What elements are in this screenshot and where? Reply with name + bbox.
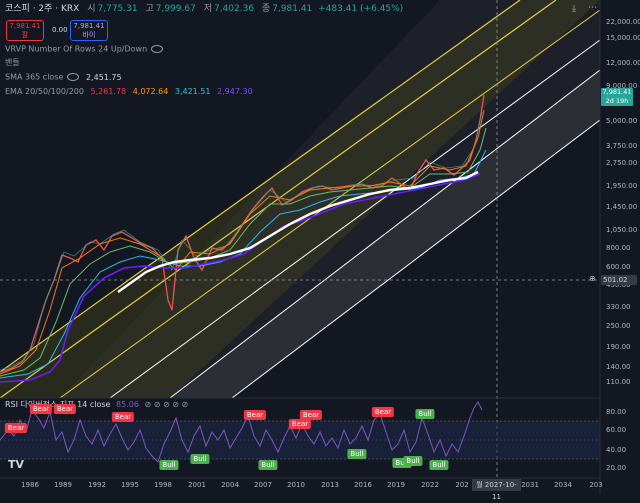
vrvp-label: VRVP Number Of Rows 24 Up/Down [5,44,148,54]
time-tick: 1995 [121,481,139,489]
time-tick: 2019 [387,481,405,489]
bull-label: Bull [347,449,367,459]
spread-value: 0.00 [52,26,68,34]
time-tick: 1998 [154,481,172,489]
sell-label: 팔 [21,31,29,39]
price-tick: 15,000.00 [606,34,640,42]
legend-header: 코스피 · 2주 · KRX 시 7,775.31 고 7,999.67 저 7,40… [5,5,403,14]
buy-price: 7,981.41 [73,22,105,30]
sma-value: 2,451.75 [85,72,122,82]
time-tick: 203 [589,481,603,489]
sma-label: SMA 365 close [5,72,64,82]
rsi-tick: 80.00 [606,408,627,416]
time-tick: 2034 [554,481,572,489]
bull-label: Bull [190,454,210,464]
time-tick: 202 [455,481,469,489]
more-icon[interactable]: ⋯ [588,3,597,13]
price-tick: 800.00 [606,244,631,252]
high-label: 고 [145,4,154,14]
bear-label: Bear [288,419,312,429]
bear-label: Bear [53,404,77,414]
bar-countdown: 2d 19h [605,97,629,105]
price-tick: 250.00 [606,322,631,330]
time-tick: 1989 [54,481,72,489]
price-tick: 1,050.00 [606,226,638,234]
rsi-tick: 60.00 [606,426,627,434]
price-tick: 1,950.00 [606,182,638,190]
sell-price: 7,981.41 [9,22,41,30]
price-tick: 1,450.00 [606,203,638,211]
rsi-tick: 20.00 [606,464,627,472]
bear-label: Bear [29,404,53,414]
price-tick: 5,000.00 [606,117,638,125]
price-tick: 600.00 [606,263,631,271]
price-tick: 2,750.00 [606,159,638,167]
price-tick: 12,000.00 [606,59,640,67]
ema-label: EMA 20/50/100/200 [5,87,84,96]
time-tick: 2004 [221,481,239,489]
symbol-title[interactable]: 코스피 · 2주 · KRX [5,4,79,14]
open-label: 시 [87,4,96,14]
open-value: 7,775.31 [97,4,138,14]
price-tick: 190.00 [606,343,631,351]
rsi-value: 85.06 [116,400,139,409]
time-tick: 2013 [321,481,339,489]
time-tick: 2010 [287,481,305,489]
arrow-down-icon[interactable]: ⤓ [572,4,576,14]
bull-label: Bull [415,409,435,419]
bands-label: 밴들 [5,58,20,67]
rsi-tick: 40.00 [606,446,627,454]
ema-20-value: 5,261.78 [90,87,127,96]
plus-icon[interactable]: ⊕ [589,274,596,283]
bands-legend[interactable]: 밴들 [5,59,20,67]
ema-legend[interactable]: EMA 20/50/100/200 5,261.78 4,072.64 3,42… [5,88,253,96]
crosshair-date-tag: 월 2027-10-11 [472,479,521,501]
time-tick: 2016 [354,481,372,489]
time-tick: 2001 [188,481,206,489]
bull-label: Bull [429,460,449,470]
time-tick: 1986 [21,481,39,489]
price-tick: 110.00 [606,378,631,386]
bull-label: Bull [258,460,278,470]
price-tick: 140.00 [606,363,631,371]
tradingview-logo[interactable]: TV [8,458,24,471]
channel-line-3 [59,9,601,399]
close-label: 종 [261,4,271,14]
price-tick: 22,000.00 [606,18,640,26]
sell-button[interactable]: 7,981.41 팔 [6,20,44,41]
ema-100-value: 3,421.51 [174,87,211,96]
change-value: +483.41 (+6.45%) [318,4,404,14]
buy-label: 바이 [82,31,96,39]
last-price-tag: 7,981.41 2d 19h [601,88,633,106]
ema-200-value: 2,947.30 [217,87,253,96]
vrvp-legend[interactable]: VRVP Number Of Rows 24 Up/Down [5,44,164,54]
bull-label: Bull [159,460,179,470]
crosshair-price: 501.02 [603,276,628,284]
bear-label: Bear [299,410,323,420]
close-value: 7,981.41 [272,4,313,14]
bull-label: Bull [403,456,423,466]
bear-label: Bear [371,407,395,417]
time-tick: 2022 [421,481,439,489]
bear-label: Bear [4,423,28,433]
eye-icon[interactable] [67,73,80,81]
high-value: 7,999.67 [155,4,196,14]
last-price: 7,981.41 [602,88,632,96]
bear-label: Bear [111,412,135,422]
settings-icons[interactable]: ⊘ ⊘ ⊘ ⊘ ⊘ [144,400,188,409]
sma-legend[interactable]: SMA 365 close 2,451.75 [5,73,122,82]
eye-icon[interactable] [151,45,164,53]
price-tick: 330.00 [606,303,631,311]
time-tick: 1992 [88,481,106,489]
buy-button[interactable]: 7,981.41 바이 [70,20,108,41]
price-tick: 3,750.00 [606,142,638,150]
low-value: 7,402.36 [213,4,255,14]
time-tick: 2031 [521,481,539,489]
crosshair-price-tag: 501.02 [601,275,637,285]
time-tick: 2007 [254,481,272,489]
ema-50-value: 4,072.64 [132,87,169,96]
low-label: 저 [203,4,212,14]
bear-label: Bear [243,410,267,420]
